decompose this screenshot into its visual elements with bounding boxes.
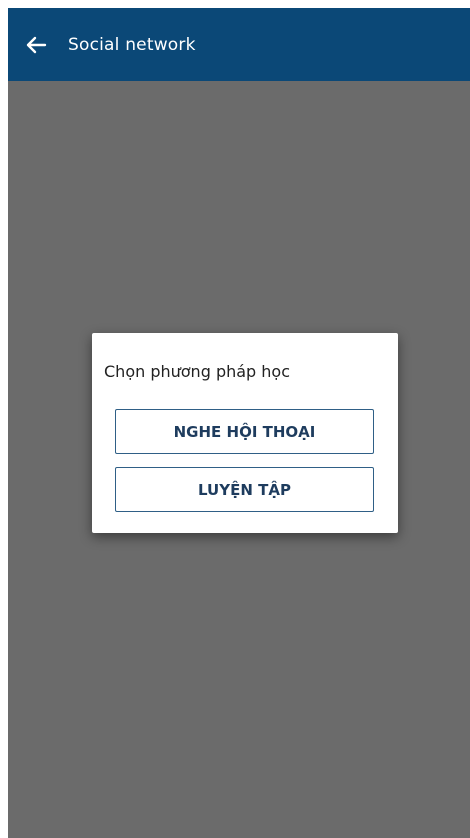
study-method-dialog: Chọn phương pháp học NGHE HỘI THOẠI LUYỆ…: [92, 333, 398, 533]
dialog-title: Chọn phương pháp học: [104, 362, 291, 381]
practice-button[interactable]: LUYỆN TẬP: [115, 467, 374, 512]
listen-conversation-button[interactable]: NGHE HỘI THOẠI: [115, 409, 374, 454]
screen: Social network Chọn phương pháp học NGHE…: [8, 8, 470, 838]
app-bar-title: Social network: [68, 34, 196, 55]
arrow-left-icon: [25, 34, 47, 56]
back-button[interactable]: [8, 8, 64, 81]
app-bar: Social network: [8, 8, 470, 81]
